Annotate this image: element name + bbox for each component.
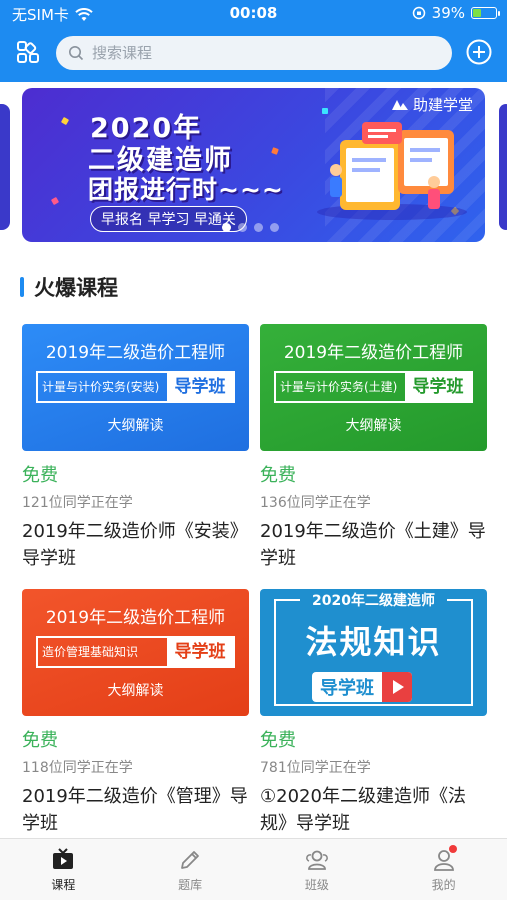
play-icon — [382, 672, 412, 702]
orientation-lock-icon — [412, 6, 425, 20]
header — [0, 30, 507, 78]
battery-icon — [471, 7, 500, 19]
course-learners: 781位同学正在学 — [260, 760, 371, 776]
course-price: 免费 — [260, 465, 296, 486]
brand-icon — [391, 99, 408, 110]
course-card[interactable]: 2019年二级造价工程师 造价管理基础知识 导学班 大纲解读 免费 118位同学… — [22, 589, 249, 837]
pencil-icon — [181, 851, 200, 869]
course-card[interactable]: 2019年二级造价工程师 计量与计价实务(土建) 导学班 大纲解读 免费 136… — [260, 324, 487, 572]
brand-logo: 助建学堂 — [391, 94, 473, 115]
course-title[interactable]: 2019年二级造价师《安装》导学班 — [22, 518, 249, 572]
course-learners: 118位同学正在学 — [22, 760, 133, 776]
banner-illustration — [317, 122, 467, 220]
course-title[interactable]: 2019年二级造价《管理》导学班 — [22, 783, 249, 837]
play-tv-icon — [53, 848, 74, 869]
category-grid-icon[interactable] — [14, 38, 42, 66]
battery-percent: 39% — [431, 4, 465, 22]
course-title[interactable]: 2019年二级造价《土建》导学班 — [260, 518, 487, 572]
main-content: 助建学堂 2020年 二级建造师 团报进行时~~~ 早报名 早学习 早通关 火爆… — [0, 82, 507, 838]
carousel-dot[interactable] — [222, 223, 231, 232]
course-thumbnail[interactable]: 2019年二级造价工程师 计量与计价实务(土建) 导学班 大纲解读 — [260, 324, 487, 451]
carousel-dot[interactable] — [270, 223, 279, 232]
course-card[interactable]: 2020年二级建造师 法规知识 导学班 免费 781位同学正在学 ①2020年二… — [260, 589, 487, 837]
banner-next-peek — [499, 104, 507, 230]
tab-profile[interactable]: 我的 — [380, 839, 507, 900]
banner-carousel[interactable]: 助建学堂 2020年 二级建造师 团报进行时~~~ 早报名 早学习 早通关 — [0, 88, 507, 248]
course-learners: 121位同学正在学 — [22, 495, 133, 511]
search-bar[interactable] — [56, 36, 452, 70]
battery-level — [473, 9, 482, 17]
carousel-dot[interactable] — [254, 223, 263, 232]
carousel-dot[interactable] — [238, 223, 247, 232]
banner-prev-peek — [0, 104, 10, 230]
status-bar: 无SIM卡 00:08 39% — [0, 0, 507, 28]
course-price: 免费 — [22, 730, 58, 751]
group-icon — [305, 850, 328, 870]
section-accent-bar — [20, 277, 24, 297]
banner-headline-3: 团报进行时~~~ — [88, 175, 284, 204]
carousel-indicator[interactable] — [222, 223, 279, 232]
course-card[interactable]: 2019年二级造价工程师 计量与计价实务(安装) 导学班 大纲解读 免费 121… — [22, 324, 249, 572]
course-thumbnail[interactable]: 2019年二级造价工程师 计量与计价实务(安装) 导学班 大纲解读 — [22, 324, 249, 451]
course-thumbnail[interactable]: 2020年二级建造师 法规知识 导学班 — [260, 589, 487, 716]
add-circle-icon[interactable] — [465, 38, 493, 66]
course-learners: 136位同学正在学 — [260, 495, 371, 511]
course-title[interactable]: ①2020年二级建造师《法规》导学班 — [260, 783, 487, 837]
course-thumbnail[interactable]: 2019年二级造价工程师 造价管理基础知识 导学班 大纲解读 — [22, 589, 249, 716]
tab-question-bank[interactable]: 题库 — [127, 839, 254, 900]
course-price: 免费 — [260, 730, 296, 751]
section-header: 火爆课程 — [20, 272, 118, 302]
bottom-tab-bar: 课程 题库 班级 我的 — [0, 838, 507, 900]
search-icon — [69, 46, 84, 61]
search-input[interactable] — [92, 44, 412, 62]
tab-class[interactable]: 班级 — [254, 839, 381, 900]
tab-courses[interactable]: 课程 — [0, 839, 127, 900]
section-title: 火爆课程 — [34, 276, 118, 300]
top-bar: 无SIM卡 00:08 39% — [0, 0, 507, 82]
app-screen: 无SIM卡 00:08 39% 搜索课程 助建学堂 2020年 二级建造师 团报… — [0, 0, 507, 900]
banner-slide[interactable]: 助建学堂 2020年 二级建造师 团报进行时~~~ 早报名 早学习 早通关 — [22, 88, 485, 242]
course-price: 免费 — [22, 465, 58, 486]
